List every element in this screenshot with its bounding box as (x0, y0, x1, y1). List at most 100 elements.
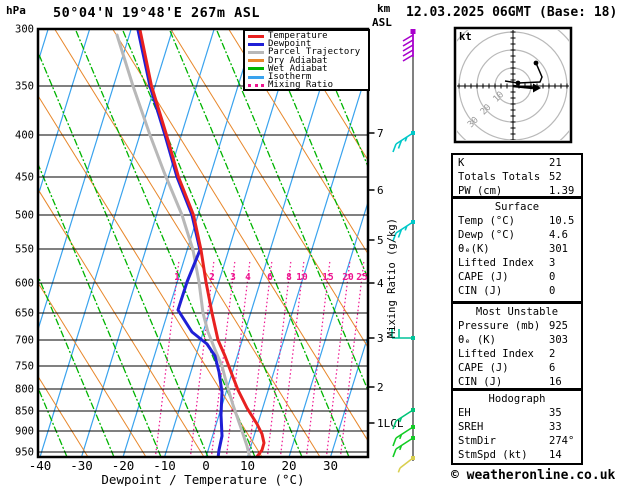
isotherm-line (82, 29, 215, 457)
table-row: CAPE (J)6 (453, 361, 581, 375)
wind-barb (393, 131, 415, 152)
mixing-ratio-label: 4 (245, 272, 251, 283)
mixing-ratio-label: 15 (322, 272, 334, 283)
stat-value: 301 (549, 242, 568, 256)
temp-tick-label: -10 (153, 458, 176, 473)
stat-label: Totals Totals (458, 170, 549, 184)
isotherm-line (289, 29, 422, 457)
temp-tick-label: 20 (281, 458, 296, 473)
stat-value: 14 (549, 448, 562, 462)
stat-value: 0 (549, 284, 555, 298)
pressure-axis-unit: hPa (6, 4, 26, 17)
temp-tick-label: -40 (29, 458, 52, 473)
km-tick-label: 4 (377, 277, 384, 290)
stat-label: CAPE (J) (458, 270, 549, 284)
isotherm-line (0, 29, 7, 457)
pressure-tick-label: 300 (15, 24, 34, 36)
legend-item-label: Mixing Ratio (268, 81, 333, 89)
table-row: θₑ (K)303 (453, 333, 581, 347)
stat-label: CIN (J) (458, 284, 549, 298)
table-title: Hodograph (453, 392, 581, 406)
stat-label: CAPE (J) (458, 361, 549, 375)
mixing-ratio-label: 8 (286, 272, 292, 283)
table-row: K21 (453, 156, 581, 170)
km-tick-label: 2 (377, 381, 384, 394)
mixing-ratio-line (280, 262, 303, 457)
stat-value: 925 (549, 319, 568, 333)
stat-value: 16 (549, 375, 562, 389)
pressure-tick-label: 950 (15, 447, 34, 459)
x-axis-title: Dewpoint / Temperature (°C) (38, 472, 368, 486)
stat-value: 35 (549, 406, 562, 420)
stat-value: 303 (549, 333, 568, 347)
mixing-ratio-label: 6 (267, 272, 273, 283)
stat-value: 0 (549, 270, 555, 284)
wet-adiabat-line (263, 29, 443, 457)
pressure-tick-label: 350 (15, 81, 34, 93)
dry-adiabat-line (0, 29, 88, 457)
table-row: θₑ(K)301 (453, 242, 581, 256)
temp-tick-label: 0 (202, 458, 210, 473)
table-row: Lifted Index3 (453, 256, 581, 270)
stat-label: PW (cm) (458, 184, 549, 198)
temp-tick-label: -30 (70, 458, 93, 473)
table-row: PW (cm)1.39 (453, 184, 581, 198)
wet-adiabat-line (169, 29, 349, 457)
isotherm-line (248, 29, 381, 457)
pressure-tick-label: 700 (15, 335, 34, 347)
stat-label: Dewp (°C) (458, 228, 549, 242)
legend-line-sample (248, 67, 264, 70)
table-row: Totals Totals52 (453, 170, 581, 184)
most-unstable-table: Most UnstablePressure (mb)925θₑ (K)303Li… (451, 302, 583, 390)
table-row: StmDir274° (453, 434, 581, 448)
km-tick-label: 5 (377, 234, 384, 247)
altitude-axis-unit-km: km (377, 2, 390, 15)
isotherm-line (0, 29, 90, 457)
mixing-ratio-label: 3 (230, 272, 236, 283)
legend-line-sample (248, 43, 264, 46)
indices-table: K21Totals Totals52PW (cm)1.39 (451, 153, 583, 198)
hodograph-trace-dot (534, 61, 539, 66)
datetime-label: 12.03.2025 06GMT (Base: 18) (406, 5, 617, 20)
stat-label: StmDir (458, 434, 549, 448)
pressure-tick-label: 850 (15, 406, 34, 418)
pressure-tick-label: 550 (15, 244, 34, 256)
wind-barb (403, 29, 416, 61)
pressure-tick-label: 800 (15, 384, 34, 396)
temp-tick-label: 10 (240, 458, 255, 473)
legend-line-sample (248, 84, 264, 87)
table-row: Pressure (mb)925 (453, 319, 581, 333)
km-tick-label: 6 (377, 184, 384, 197)
surface-table: SurfaceTemp (°C)10.5Dewp (°C)4.6θₑ(K)301… (451, 197, 583, 303)
stat-value: 2 (549, 347, 555, 361)
pressure-tick-label: 750 (15, 361, 34, 373)
legend-item: Mixing Ratio (248, 81, 368, 89)
stat-label: K (458, 156, 549, 170)
wet-adiabat-line (28, 29, 208, 457)
table-row: StmSpd (kt)14 (453, 448, 581, 462)
sounding-page: 3003504004505005506006507007508008509009… (0, 0, 629, 486)
pressure-tick-label: 600 (15, 278, 34, 290)
stat-label: Lifted Index (458, 256, 549, 270)
stat-value: 6 (549, 361, 555, 375)
temp-tick-label: -20 (112, 458, 135, 473)
mixing-ratio-label: 10 (296, 272, 308, 283)
stat-label: EH (458, 406, 549, 420)
table-row: CAPE (J)0 (453, 270, 581, 284)
legend-line-sample (248, 51, 264, 54)
table-row: SREH33 (453, 420, 581, 434)
hodograph-table: HodographEH35SREH33StmDir274°StmSpd (kt)… (451, 389, 583, 465)
mixing-ratio-label: 25 (356, 272, 368, 283)
wet-adiabat-line (122, 29, 302, 457)
temp-tick-label: 30 (323, 458, 338, 473)
dry-adiabat-line (55, 29, 320, 457)
table-row: Lifted Index2 (453, 347, 581, 361)
stat-label: Temp (°C) (458, 214, 549, 228)
table-row: EH35 (453, 406, 581, 420)
stat-label: θₑ (K) (458, 333, 549, 347)
table-row: CIN (J)0 (453, 284, 581, 298)
table-row: Dewp (°C)4.6 (453, 228, 581, 242)
stat-value: 33 (549, 420, 562, 434)
mixing-ratio-label: 20 (342, 272, 354, 283)
table-row: CIN (J)16 (453, 375, 581, 389)
